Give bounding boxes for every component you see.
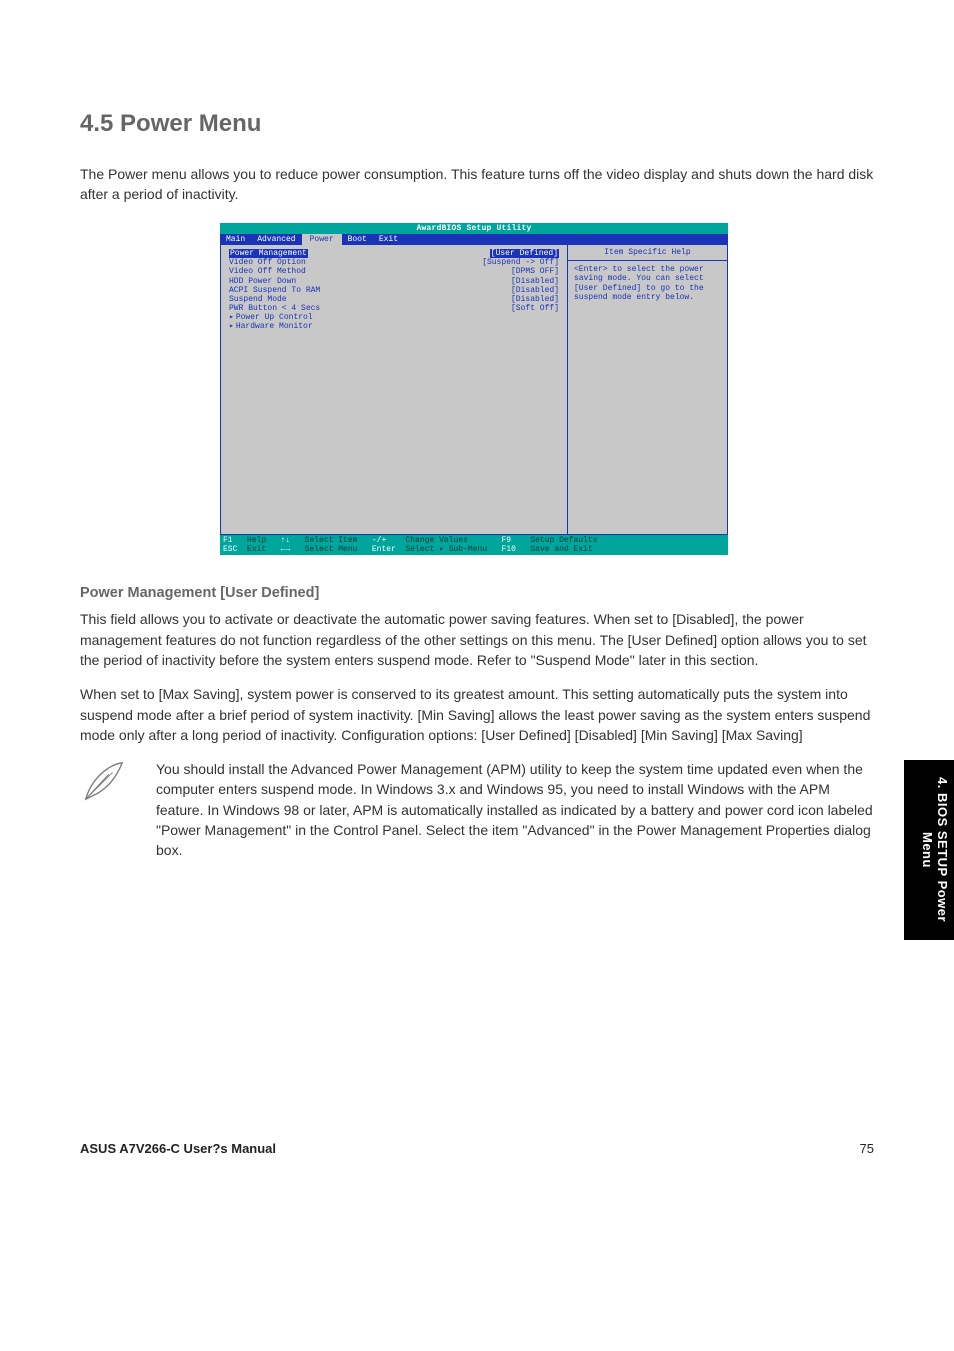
- f9-label: Setup Defaults: [530, 536, 597, 545]
- item-paragraph: This field allows you to activate or dea…: [80, 609, 874, 670]
- footer-page-number: 75: [860, 1141, 874, 1156]
- bios-row-value: [Suspend -> Off]: [482, 258, 559, 267]
- bios-row[interactable]: ▸Hardware Monitor: [229, 322, 559, 331]
- note-feather-icon: [80, 759, 126, 805]
- esc-key: ESC: [223, 545, 237, 554]
- bios-help-title: Item Specific Help: [574, 248, 721, 257]
- submenu-arrow-icon: ▸: [229, 322, 234, 331]
- divider: [568, 260, 727, 261]
- bios-row-label: PWR Button < 4 Secs: [229, 304, 320, 313]
- bios-screenshot: AwardBIOS Setup Utility Main Advanced Po…: [220, 223, 728, 556]
- bios-tab-power[interactable]: Power: [302, 234, 342, 245]
- bios-row-label: HDD Power Down: [229, 277, 296, 286]
- bios-row-value: [Disabled]: [511, 277, 559, 286]
- leftright-label: Select Menu: [305, 545, 358, 554]
- bios-row-label: Suspend Mode: [229, 295, 287, 304]
- bios-row[interactable]: Suspend Mode [Disabled]: [229, 295, 559, 304]
- bios-title: AwardBIOS Setup Utility: [220, 223, 728, 234]
- bios-row[interactable]: ACPI Suspend To RAM [Disabled]: [229, 286, 559, 295]
- bios-tab-exit[interactable]: Exit: [373, 234, 404, 245]
- updown-key: ↑↓: [281, 536, 291, 545]
- bios-menubar: Main Advanced Power Boot Exit: [220, 234, 728, 245]
- bios-settings-pane: Power Management [User Defined] Video Off…: [221, 245, 567, 534]
- bios-tab-boot[interactable]: Boot: [342, 234, 373, 245]
- minusplus-key: -/+: [372, 536, 386, 545]
- bios-tab-advanced[interactable]: Advanced: [251, 234, 301, 245]
- item-heading: Power Management [User Defined]: [80, 585, 874, 601]
- enter-key: Enter: [372, 545, 396, 554]
- bios-row-value: [DPMS OFF]: [511, 267, 559, 276]
- bios-help-body: <Enter> to select the power saving mode.…: [574, 265, 721, 302]
- item-paragraph: When set to [Max Saving], system power i…: [80, 684, 874, 745]
- bios-row-value: [Disabled]: [511, 295, 559, 304]
- page-footer: ASUS A7V266-C User?s Manual 75: [80, 1141, 874, 1156]
- f1-key: F1: [223, 536, 233, 545]
- section-title: 4.5 Power Menu: [80, 110, 874, 138]
- bios-help-pane: Item Specific Help <Enter> to select the…: [567, 245, 727, 534]
- bios-row-value: [Disabled]: [511, 286, 559, 295]
- bios-tab-main[interactable]: Main: [220, 234, 251, 245]
- note-text: You should install the Advanced Power Ma…: [156, 759, 874, 860]
- bios-row[interactable]: Power Management [User Defined]: [229, 249, 559, 258]
- leftright-key: ←→: [281, 545, 291, 554]
- intro-paragraph: The Power menu allows you to reduce powe…: [80, 164, 874, 205]
- bios-row[interactable]: Video Off Option [Suspend -> Off]: [229, 258, 559, 267]
- bios-row[interactable]: Video Off Method [DPMS OFF]: [229, 267, 559, 276]
- footer-manual-title: ASUS A7V266-C User?s Manual: [80, 1141, 276, 1156]
- bios-row[interactable]: HDD Power Down [Disabled]: [229, 277, 559, 286]
- bios-row-label: Power Up Control: [236, 313, 313, 322]
- bios-row[interactable]: ▸Power Up Control: [229, 313, 559, 322]
- f1-label: Help: [247, 536, 266, 545]
- bios-body: Power Management [User Defined] Video Off…: [220, 245, 728, 535]
- f9-key: F9: [502, 536, 512, 545]
- esc-label: Exit: [247, 545, 266, 554]
- bios-row-value: [Soft Off]: [511, 304, 559, 313]
- bios-row-value: [User Defined]: [490, 249, 559, 258]
- note: You should install the Advanced Power Ma…: [80, 759, 874, 860]
- bios-row-label: Hardware Monitor: [236, 322, 313, 331]
- f10-label: Save and Exit: [530, 545, 592, 554]
- side-tab: 4. BIOS SETUP Power Menu: [904, 760, 954, 940]
- f10-key: F10: [502, 545, 516, 554]
- page: 4.5 Power Menu The Power menu allows you…: [0, 0, 954, 1216]
- bios-row[interactable]: PWR Button < 4 Secs [Soft Off]: [229, 304, 559, 313]
- enter-label: Select ▸ Sub-Menu: [405, 545, 487, 554]
- bios-row-label: Video Off Method: [229, 267, 306, 276]
- bios-footer: F1 Help ↑↓ Select Item -/+ Change Values…: [220, 535, 728, 555]
- submenu-arrow-icon: ▸: [229, 313, 234, 322]
- updown-label: Select Item: [305, 536, 358, 545]
- minusplus-label: Change Values: [405, 536, 467, 545]
- bios-row-label: ACPI Suspend To RAM: [229, 286, 320, 295]
- bios-row-label: Power Management: [229, 249, 308, 258]
- bios-row-label: Video Off Option: [229, 258, 306, 267]
